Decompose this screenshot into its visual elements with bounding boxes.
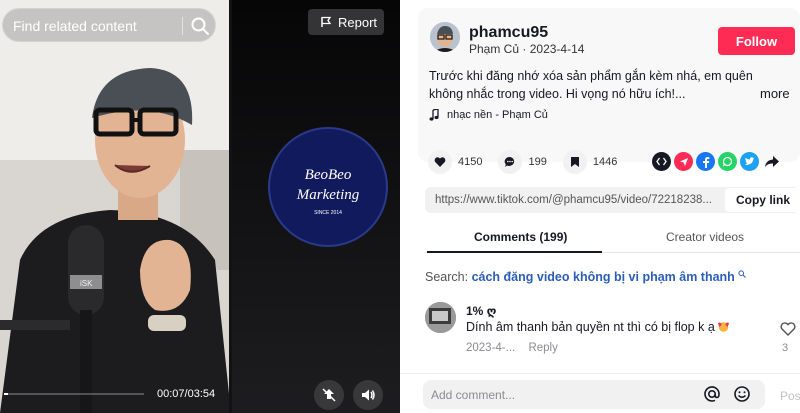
subline-separator: ·: [522, 42, 527, 56]
comment-text: Dính âm thanh bản quyền nt thì có bị flo…: [466, 320, 730, 334]
video-player[interactable]: iSK Find related content Report BeoBeo M…: [0, 0, 400, 413]
send-icon[interactable]: [674, 152, 693, 171]
pip-button[interactable]: [314, 380, 344, 410]
logo-line-3: SINCE 2014: [314, 210, 342, 216]
author-card: phamcu95 Phạm Củ · 2023-4-14 Follow Trướ…: [418, 8, 800, 162]
related-search-box[interactable]: Find related content: [2, 8, 216, 42]
comment-count: 199: [528, 156, 547, 168]
heart-icon[interactable]: [428, 150, 452, 174]
comment-meta: 2023-4-... Reply: [466, 342, 558, 354]
author-subline: Phạm Củ · 2023-4-14: [469, 42, 584, 56]
comment-input-placeholder: Add comment...: [431, 388, 516, 402]
volume-button[interactable]: [353, 380, 383, 410]
emoji-icon[interactable]: [733, 385, 751, 403]
comment-stat[interactable]: 199: [498, 150, 547, 174]
beobeo-marketing-logo: BeoBeo Marketing SINCE 2014: [268, 127, 388, 247]
video-detail-panel: phamcu95 Phạm Củ · 2023-4-14 Follow Trướ…: [400, 0, 800, 413]
volume-icon: [362, 389, 375, 401]
whatsapp-icon[interactable]: [718, 152, 737, 171]
comment-like-count: 3: [782, 342, 789, 354]
embed-icon[interactable]: [652, 152, 671, 171]
like-count: 4150: [458, 156, 483, 168]
mic-brand-label: iSK: [80, 279, 93, 288]
video-divider: [229, 0, 232, 413]
float-player-icon: [322, 388, 336, 402]
video-progress-bar[interactable]: [4, 393, 144, 395]
share-arrow-icon[interactable]: [762, 152, 781, 171]
comment-item: 1% ღ Dính âm thanh bản quyền nt thì có b…: [425, 302, 800, 362]
comment-icon[interactable]: [498, 150, 523, 174]
video-time: 00:07/03:54: [157, 388, 216, 400]
small-search-icon: [738, 270, 747, 278]
logo-line-1: BeoBeo: [305, 167, 352, 183]
tiktok-video-page: iSK Find related content Report BeoBeo M…: [0, 0, 800, 413]
search-suggestion-label: Search:: [425, 270, 469, 284]
music-title: nhạc nền - Phạm Củ: [447, 109, 548, 121]
comment-date: 2023-4-...: [466, 342, 516, 354]
post-comment-button[interactable]: Post: [780, 389, 800, 403]
save-stat[interactable]: 1446: [562, 150, 618, 174]
comment-input[interactable]: Add comment...: [423, 380, 765, 409]
search-icon[interactable]: [190, 16, 210, 36]
related-search-placeholder: Find related content: [13, 18, 137, 34]
commenter-avatar[interactable]: [425, 302, 456, 333]
add-comment-bar: Add comment... Post: [400, 373, 800, 413]
heart-face-emoji-icon: [717, 322, 729, 332]
music-link[interactable]: nhạc nền - Phạm Củ: [429, 109, 548, 121]
search-separator: [182, 17, 183, 35]
save-count: 1446: [592, 156, 618, 168]
mention-icon[interactable]: [703, 385, 721, 403]
post-description: Trước khi đăng nhớ xóa sản phẩm gắn kèm …: [429, 69, 753, 101]
follow-button[interactable]: Follow: [718, 27, 795, 55]
reply-button[interactable]: Reply: [528, 342, 557, 354]
flag-icon: [321, 16, 332, 27]
tab-comments[interactable]: Comments (199): [474, 230, 567, 244]
facebook-icon[interactable]: [696, 152, 715, 171]
logo-line-2: Marketing: [296, 187, 360, 203]
music-note-icon: [429, 109, 439, 121]
video-link-box: https://www.tiktok.com/@phamcu95/video/7…: [425, 187, 800, 213]
presenter-illustration: iSK: [0, 0, 231, 413]
detail-tabs: Comments (199) Creator videos: [425, 223, 800, 253]
copy-link-button[interactable]: Copy link: [725, 188, 800, 212]
more-link[interactable]: more: [760, 86, 790, 101]
tab-creator-videos[interactable]: Creator videos: [666, 230, 744, 244]
report-button[interactable]: Report: [308, 9, 384, 35]
search-suggestion-term[interactable]: cách đăng video không bị vi phạm âm than…: [472, 270, 735, 284]
post-date: 2023-4-14: [529, 42, 585, 56]
share-buttons: [652, 152, 781, 171]
comment-like-icon[interactable]: [779, 322, 797, 336]
active-tab-indicator: [427, 251, 602, 253]
video-progress-fill: [4, 393, 9, 395]
bookmark-icon[interactable]: [562, 150, 587, 174]
author-username[interactable]: phamcu95: [469, 24, 548, 42]
commenter-username[interactable]: 1% ღ: [466, 304, 496, 318]
engagement-stats: 4150 199 1446: [428, 150, 633, 174]
like-stat[interactable]: 4150: [428, 150, 482, 174]
report-label: Report: [338, 14, 378, 30]
twitter-icon[interactable]: [740, 152, 759, 171]
search-suggestion[interactable]: Search: cách đăng video không bị vi phạm…: [425, 270, 747, 284]
author-avatar[interactable]: [430, 22, 460, 52]
author-display-name: Phạm Củ: [469, 42, 520, 56]
video-frame: iSK: [0, 0, 231, 413]
video-url[interactable]: https://www.tiktok.com/@phamcu95/video/7…: [435, 194, 720, 206]
